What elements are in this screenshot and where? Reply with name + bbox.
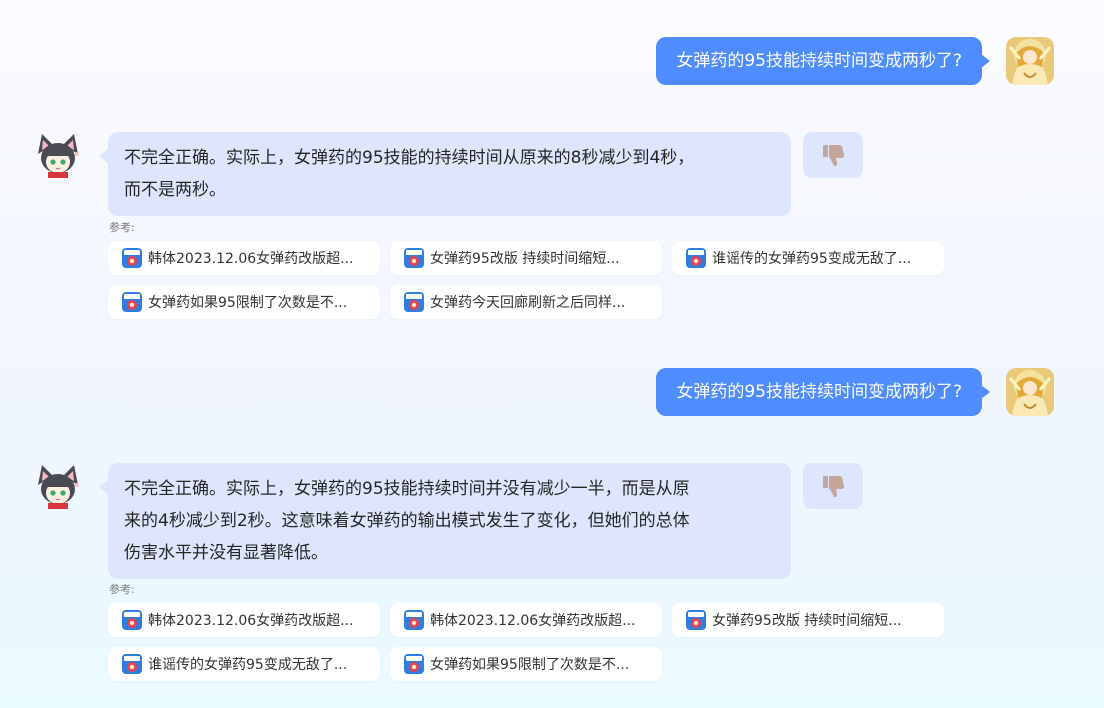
- user-message-row: 女弹药的95技能持续时间变成两秒了?: [656, 368, 1054, 416]
- colg-source-icon: [122, 292, 142, 312]
- reference-title: 韩体2023.12.06女弹药改版超...: [148, 613, 354, 629]
- bot-message-line: 伤害水平并没有显著降低。: [124, 543, 328, 563]
- reference-chip[interactable]: 女弹药如果95限制了次数是不...: [390, 647, 662, 681]
- cat-girl-avatar-icon: [34, 463, 82, 511]
- bot-message-bubble: 不完全正确。实际上，女弹药的95技能的持续时间从原来的8秒减少到4秒， 而不是两…: [99, 132, 791, 216]
- user-message-bubble: 女弹药的95技能持续时间变成两秒了?: [656, 37, 990, 85]
- reference-title: 女弹药如果95限制了次数是不...: [148, 295, 348, 311]
- cat-girl-avatar-icon: [34, 132, 82, 180]
- reference-chip[interactable]: 女弹药今天回廊刷新之后同样...: [390, 285, 662, 319]
- bot-message-line: 而不是两秒。: [124, 180, 226, 200]
- reference-title: 女弹药95改版 持续时间缩短...: [712, 613, 902, 629]
- user-message-row: 女弹药的95技能持续时间变成两秒了?: [656, 37, 1054, 85]
- references-label: 参考:: [109, 583, 135, 596]
- bot-message-line: 不完全正确。实际上，女弹药的95技能的持续时间从原来的8秒减少到4秒，: [124, 148, 695, 168]
- bot-message-line: 来的4秒减少到2秒。这意味着女弹药的输出模式发生了变化，但她们的总体: [124, 511, 690, 531]
- reference-title: 女弹药如果95限制了次数是不...: [430, 657, 630, 673]
- reference-chip[interactable]: 女弹药如果95限制了次数是不...: [108, 285, 380, 319]
- colg-source-icon: [404, 610, 424, 630]
- colg-source-icon: [122, 654, 142, 674]
- dislike-button[interactable]: [803, 463, 863, 509]
- reference-chip[interactable]: 谁谣传的女弹药95变成无敌了...: [108, 647, 380, 681]
- golden-angel-avatar-icon: [1006, 368, 1054, 416]
- reference-title: 韩体2023.12.06女弹药改版超...: [430, 613, 636, 629]
- reference-chip[interactable]: 谁谣传的女弹药95变成无敌了...: [672, 241, 944, 275]
- references-label: 参考:: [109, 221, 135, 234]
- reference-title: 女弹药今天回廊刷新之后同样...: [430, 295, 626, 311]
- colg-source-icon: [122, 610, 142, 630]
- colg-source-icon: [404, 654, 424, 674]
- reference-chip[interactable]: 韩体2023.12.06女弹药改版超...: [108, 241, 380, 275]
- colg-source-icon: [686, 610, 706, 630]
- reference-title: 谁谣传的女弹药95变成无敌了...: [712, 251, 912, 267]
- reference-chip[interactable]: 韩体2023.12.06女弹药改版超...: [108, 603, 380, 637]
- reference-title: 谁谣传的女弹药95变成无敌了...: [148, 657, 348, 673]
- reference-chip[interactable]: 女弹药95改版 持续时间缩短...: [672, 603, 944, 637]
- colg-source-icon: [404, 292, 424, 312]
- references-list: 韩体2023.12.06女弹药改版超... 女弹药95改版 持续时间缩短... …: [108, 241, 948, 319]
- thumbs-down-icon: [823, 145, 845, 166]
- colg-source-icon: [686, 248, 706, 268]
- references-list: 韩体2023.12.06女弹药改版超... 韩体2023.12.06女弹药改版超…: [108, 603, 948, 681]
- bot-message-bubble: 不完全正确。实际上，女弹药的95技能持续时间并没有减少一半，而是从原 来的4秒减…: [99, 463, 791, 579]
- colg-source-icon: [122, 248, 142, 268]
- thumbs-down-icon: [823, 476, 845, 497]
- reference-chip[interactable]: 韩体2023.12.06女弹药改版超...: [390, 603, 662, 637]
- user-message-bubble: 女弹药的95技能持续时间变成两秒了?: [656, 368, 990, 416]
- reference-title: 女弹药95改版 持续时间缩短...: [430, 251, 620, 267]
- dislike-button[interactable]: [803, 132, 863, 178]
- golden-angel-avatar-icon: [1006, 37, 1054, 85]
- bot-message-line: 不完全正确。实际上，女弹药的95技能持续时间并没有减少一半，而是从原: [124, 479, 690, 499]
- colg-source-icon: [404, 248, 424, 268]
- reference-title: 韩体2023.12.06女弹药改版超...: [148, 251, 354, 267]
- reference-chip[interactable]: 女弹药95改版 持续时间缩短...: [390, 241, 662, 275]
